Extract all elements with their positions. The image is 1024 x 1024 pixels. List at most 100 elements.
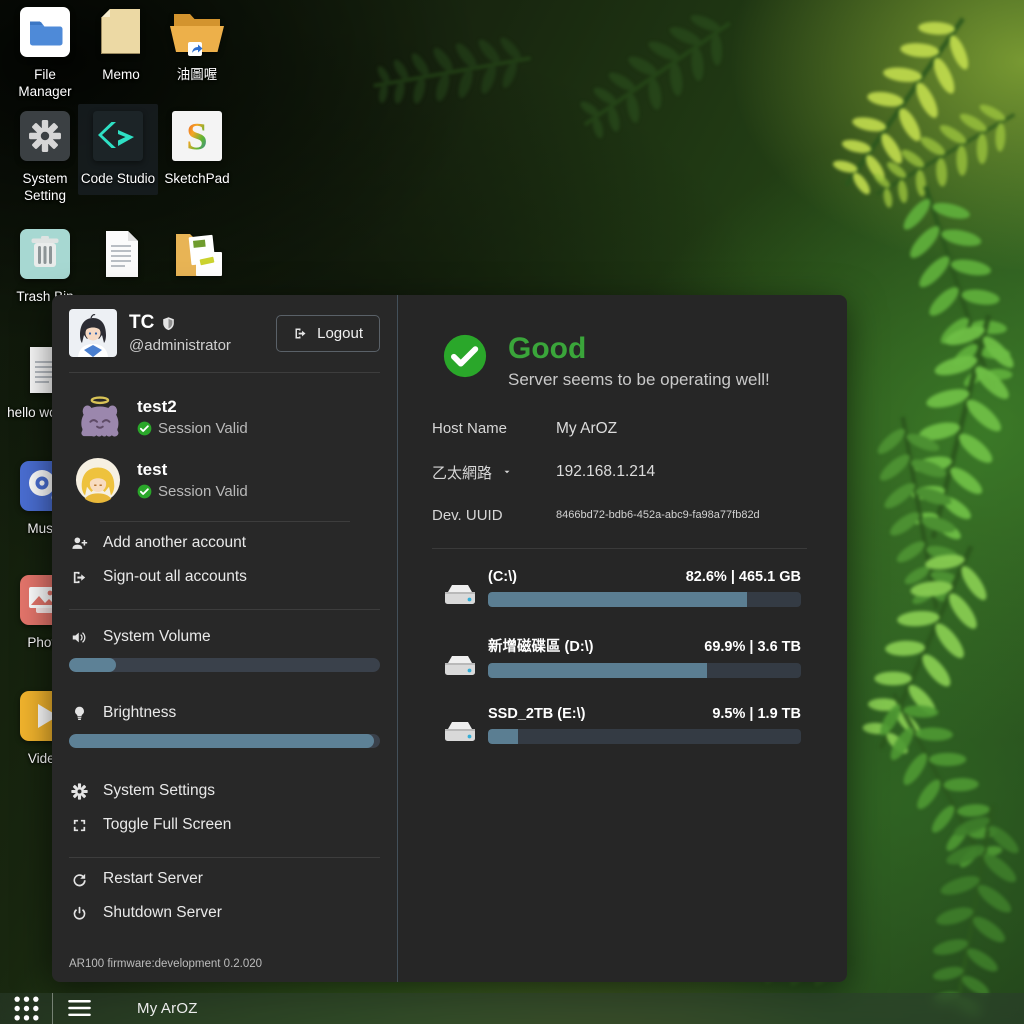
account-name: test	[137, 460, 248, 480]
disk-usage-fill	[488, 729, 518, 744]
desktop-icon-sketchpad[interactable]: S SketchPad	[158, 108, 236, 187]
desktop-icon-label: 油圖喔	[158, 66, 236, 83]
menu-label: Restart Server	[103, 870, 203, 888]
desktop-icon-system-setting[interactable]: System Setting	[6, 108, 84, 205]
session-status: Session Valid	[158, 483, 248, 500]
host-name-value: My ArOZ	[556, 420, 617, 438]
app-launcher-button[interactable]	[0, 993, 52, 1024]
user-header: TC @administrator Logout	[69, 309, 380, 357]
system-setting-icon	[17, 108, 73, 164]
disk-usage-bar	[488, 592, 801, 607]
disk-usage-detail: 9.5% | 1.9 TB	[712, 706, 801, 722]
user-handle: @administrator	[129, 337, 264, 354]
trash-bin-icon	[17, 226, 73, 282]
svg-text:S: S	[186, 116, 207, 158]
shield-icon	[161, 316, 176, 331]
host-name-label: Host Name	[432, 420, 556, 437]
hdd-icon	[442, 582, 478, 606]
code-studio-icon	[90, 108, 146, 164]
menu-shutdown-server[interactable]: Shutdown Server	[71, 896, 380, 930]
lightbulb-icon	[71, 705, 88, 722]
caret-down-icon	[502, 467, 512, 477]
desktop-icon-document[interactable]	[82, 226, 160, 288]
desktop-icon-label: SketchPad	[158, 170, 236, 187]
sketchpad-icon: S	[169, 108, 225, 164]
user-panel: TC @administrator Logout	[52, 295, 398, 982]
sign-out-icon	[71, 569, 88, 586]
status-message: Server seems to be operating well!	[508, 370, 770, 390]
network-label: 乙太網路	[432, 462, 492, 483]
desktop-icon-folder-docs[interactable]	[158, 226, 236, 288]
grid-icon	[13, 995, 40, 1022]
network-interface-dropdown[interactable]: 乙太網路	[432, 462, 556, 483]
disk-usage-detail: 69.9% | 3.6 TB	[704, 639, 801, 655]
menu-restart-server[interactable]: Restart Server	[71, 862, 380, 896]
disk-usage-fill	[488, 592, 747, 607]
disk-row-e: SSD_2TB (E:\) 9.5% | 1.9 TB	[432, 706, 807, 744]
firmware-version: AR100 firmware:development 0.2.020	[69, 952, 380, 972]
menu-button[interactable]	[53, 993, 105, 1024]
user-status-popup: TC @administrator Logout	[52, 295, 847, 982]
desktop-icon-trash-bin[interactable]: Trash Bin	[6, 226, 84, 305]
menu-toggle-fullscreen[interactable]: Toggle Full Screen	[71, 808, 380, 842]
account-name: test2	[137, 397, 248, 417]
disk-row-d: 新增磁碟區 (D:\) 69.9% | 3.6 TB	[432, 635, 807, 678]
avatar-test	[75, 457, 121, 503]
disk-label: 新增磁碟區 (D:\)	[488, 635, 594, 656]
hdd-icon	[442, 719, 478, 743]
brightness-slider[interactable]	[69, 734, 380, 748]
avatar	[69, 309, 117, 357]
menu-add-account[interactable]: Add another account	[71, 526, 380, 560]
menu-label: Brightness	[103, 704, 176, 722]
status-title: Good	[508, 333, 770, 365]
menu-system-settings[interactable]: System Settings	[71, 774, 380, 808]
uuid-value: 8466bd72-bdb6-452a-abc9-fa98a77fb82d	[556, 509, 760, 521]
memo-icon	[93, 4, 149, 60]
menu-label: Shutdown Server	[103, 904, 222, 922]
ip-address-value: 192.168.1.214	[556, 463, 655, 481]
menu-signout-all[interactable]: Sign-out all accounts	[71, 560, 380, 594]
account-row-test[interactable]: test Session Valid	[75, 457, 380, 503]
disk-usage-fill	[488, 663, 707, 678]
divider	[432, 548, 807, 549]
check-circle-icon	[137, 421, 152, 436]
desktop-icon-folder-yt[interactable]: 油圖喔	[158, 4, 236, 83]
network-row: 乙太網路 192.168.1.214	[432, 462, 807, 483]
hdd-icon	[442, 653, 478, 677]
volume-slider[interactable]	[69, 658, 380, 672]
logout-label: Logout	[317, 325, 363, 342]
server-status-panel: Good Server seems to be operating well! …	[398, 295, 847, 982]
sign-out-icon	[293, 326, 308, 341]
check-circle-icon	[137, 484, 152, 499]
disk-usage-detail: 82.6% | 465.1 GB	[686, 569, 801, 585]
server-status-header: Good Server seems to be operating well!	[442, 333, 807, 390]
user-display-name: TC	[129, 312, 154, 334]
disk-usage-bar	[488, 663, 801, 678]
menu-label: Sign-out all accounts	[103, 568, 247, 586]
volume-slider-fill	[69, 658, 116, 672]
desktop-icon-file-manager[interactable]: File Manager	[6, 4, 84, 101]
document-icon	[93, 226, 149, 282]
account-info: test Session Valid	[137, 460, 248, 500]
brightness-row: Brightness	[71, 696, 380, 730]
user-names: TC @administrator	[129, 312, 264, 354]
desktop-icon-label: File Manager	[6, 66, 84, 101]
divider	[69, 609, 380, 610]
desktop-icon-code-studio[interactable]: Code Studio	[78, 104, 158, 195]
account-row-test2[interactable]: test2 Session Valid	[75, 394, 380, 440]
logout-button[interactable]: Logout	[276, 315, 380, 352]
uuid-label: Dev. UUID	[432, 507, 556, 524]
taskbar: My ArOZ	[0, 993, 1024, 1024]
session-status: Session Valid	[158, 420, 248, 437]
desktop-icon-memo[interactable]: Memo	[82, 4, 160, 83]
shortcut-folder-icon	[166, 4, 228, 60]
avatar-test2	[75, 394, 121, 440]
status-check-icon	[442, 333, 488, 379]
desktop-icon-label: Memo	[82, 66, 160, 83]
host-name-row: Host Name My ArOZ	[432, 420, 807, 438]
uuid-row: Dev. UUID 8466bd72-bdb6-452a-abc9-fa98a7…	[432, 507, 807, 524]
menu-label: Add another account	[103, 534, 246, 552]
expand-icon	[71, 817, 88, 834]
disk-label: SSD_2TB (E:\)	[488, 706, 586, 722]
disk-usage-bar	[488, 729, 801, 744]
